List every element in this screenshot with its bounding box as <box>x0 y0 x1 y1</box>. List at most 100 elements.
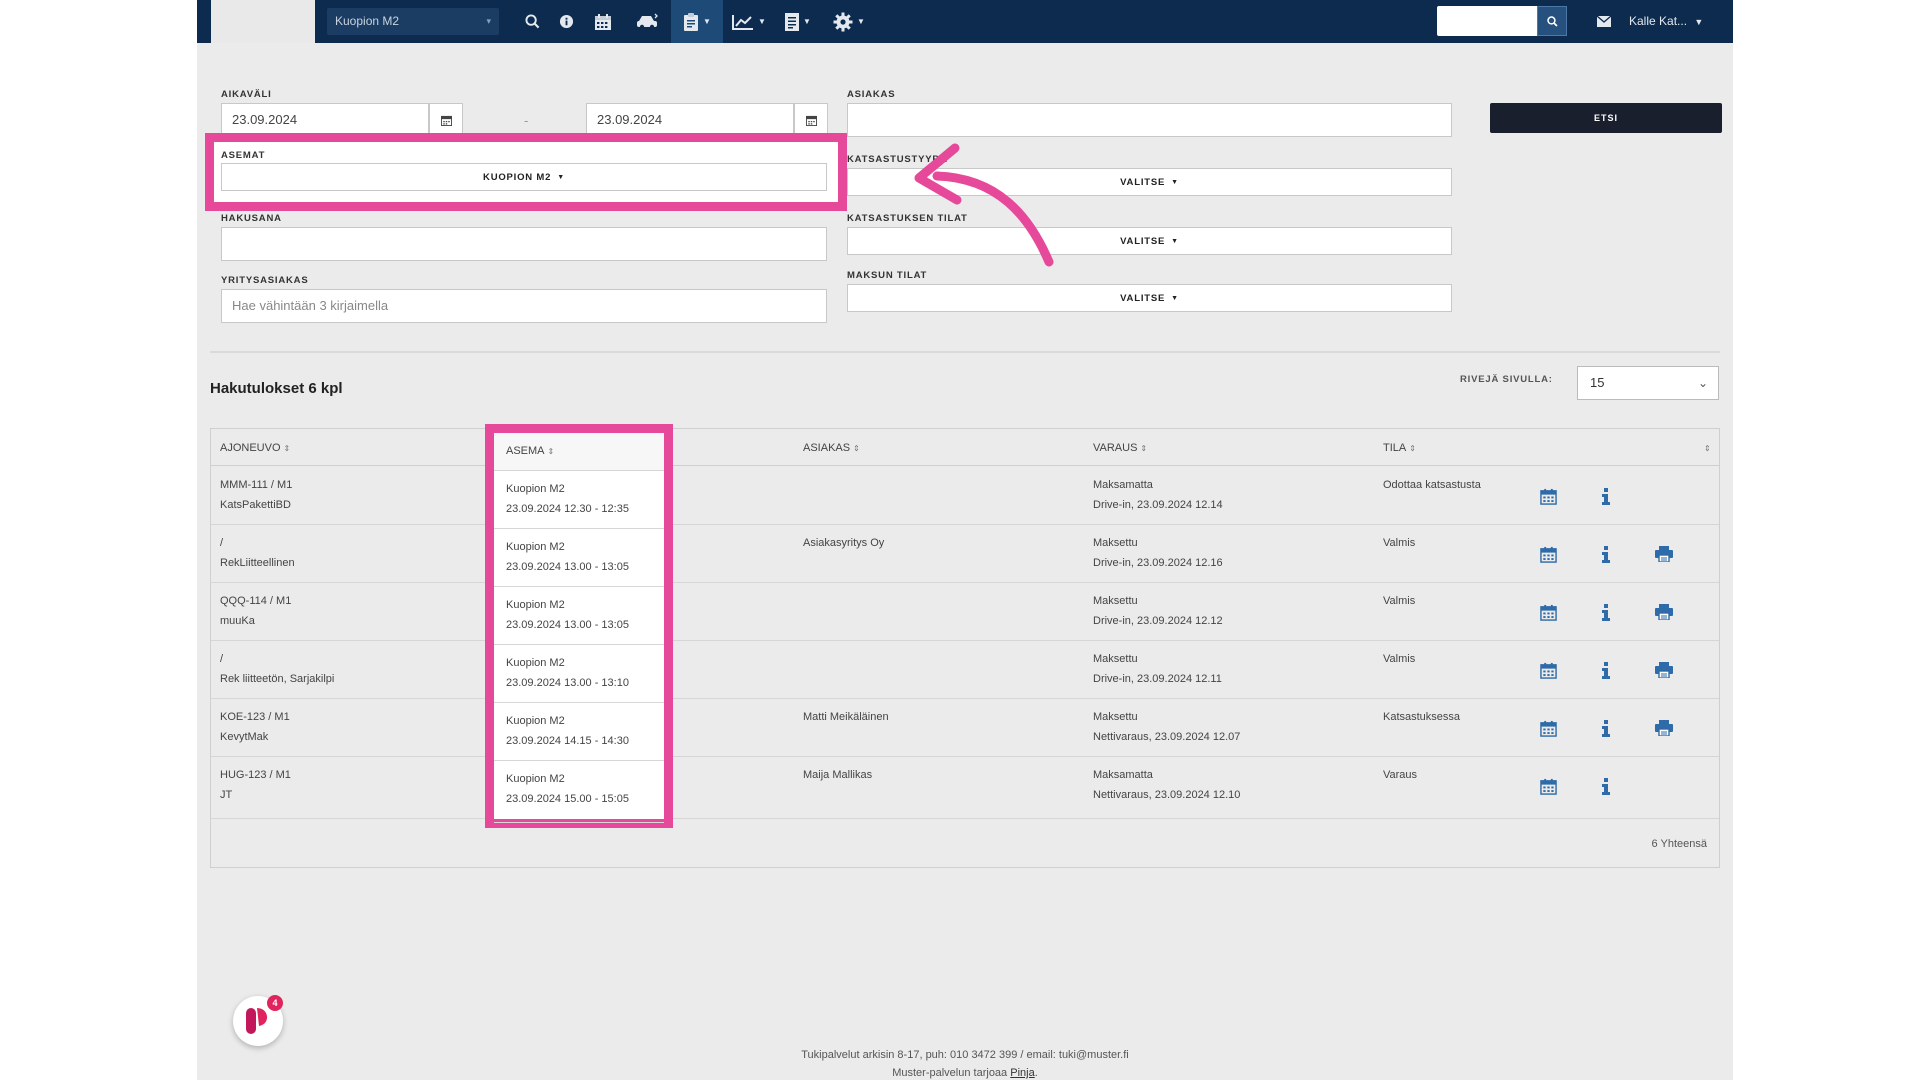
table-row[interactable]: / Rek liitteetön, Sarjakilpi Maksettu Drive… <box>211 641 1719 699</box>
schedule-button[interactable] <box>1538 718 1558 738</box>
status-cell: Varaus <box>1383 769 1418 781</box>
station-select[interactable]: Kuopion M2 ▾ <box>327 8 499 35</box>
vehicle-cell: QQQ-114 / M1 muuKa <box>220 591 291 631</box>
column-header-label: ASIAKAS <box>803 442 851 454</box>
station-time: 23.09.2024 13.00 - 13:05 <box>506 619 629 631</box>
details-button[interactable] <box>1596 660 1616 680</box>
table-row[interactable]: MMM-111 / M1 KatsPakettiBD Maksamatta Drive… <box>211 467 1719 525</box>
asemat-label: ASEMAT <box>221 150 266 161</box>
details-button[interactable] <box>1596 776 1616 796</box>
date-from-picker-button[interactable] <box>429 103 463 137</box>
vehicle-name: muuKa <box>220 615 255 627</box>
user-menu[interactable]: Kalle Kat... ▼ <box>1629 0 1703 43</box>
global-search-button[interactable] <box>1537 6 1567 36</box>
logo[interactable] <box>211 0 315 43</box>
print-button[interactable] <box>1654 602 1674 622</box>
nav-settings-button[interactable]: ▼ <box>825 0 873 43</box>
details-button[interactable] <box>1596 602 1616 622</box>
calendar-icon <box>1539 720 1557 737</box>
print-icon <box>1655 604 1673 620</box>
info-icon <box>1602 545 1610 563</box>
print-button[interactable] <box>1654 544 1674 564</box>
station-time: 23.09.2024 12.30 - 12:35 <box>506 503 629 515</box>
column-header-tila[interactable]: TILA ⇕ <box>1383 442 1416 454</box>
schedule-button[interactable] <box>1538 602 1558 622</box>
nav-search-button[interactable] <box>515 0 549 43</box>
schedule-button[interactable] <box>1538 486 1558 506</box>
column-header-asiakas[interactable]: ASIAKAS ⇕ <box>803 442 860 454</box>
chevron-down-icon: ▼ <box>803 17 811 26</box>
user-name: Kalle Kat... <box>1629 14 1688 28</box>
customer-cell: Asiakasyritys Oy <box>803 537 885 549</box>
aikavali-label: AIKAVÄLI <box>221 89 272 100</box>
nav-inspections-button[interactable]: ▼ <box>671 0 723 43</box>
katsastustyypit-label: KATSASTUSTYYPIT <box>847 154 950 165</box>
column-options-sort[interactable]: ⇕ <box>1701 442 1711 454</box>
payment-status: Maksettu <box>1093 653 1138 665</box>
sort-icon: ⇕ <box>1704 444 1711 453</box>
column-header-label: ASEMA <box>506 445 545 457</box>
schedule-button[interactable] <box>1538 660 1558 680</box>
asiakas-input[interactable] <box>847 103 1452 137</box>
asema-column-highlight: ASEMA ⇕ Kuopion M2 23.09.2024 12.30 - 12:3… <box>485 424 673 828</box>
katsastuksen-tilat-dropdown[interactable]: VALITSE ▼ <box>847 227 1452 255</box>
vehicle-cell: / Rek liitteetön, Sarjakilpi <box>220 649 334 689</box>
print-icon <box>1655 720 1673 736</box>
yritysasiakas-input[interactable]: Hae vähintään 3 kirjaimella <box>221 289 827 323</box>
table-row[interactable]: / RekLiitteellinen Asiakasyritys Oy Maksett… <box>211 525 1719 583</box>
print-button[interactable] <box>1654 660 1674 680</box>
asema-cell: Kuopion M2 23.09.2024 12.30 - 12:35 <box>494 471 664 529</box>
messages-button[interactable] <box>1589 0 1619 43</box>
top-navbar: Kuopion M2 ▾ ▼ ▼ ▼ ▼ Kalle Kat... ▼ <box>197 0 1733 43</box>
details-button[interactable] <box>1596 486 1616 506</box>
nav-calendar-button[interactable] <box>583 0 623 43</box>
date-from-input[interactable]: 23.09.2024 <box>221 103 429 137</box>
column-header-ajoneuvo[interactable]: AJONEUVO ⇕ <box>220 442 290 454</box>
station-name: Kuopion M2 <box>506 541 565 553</box>
print-button[interactable] <box>1654 718 1674 738</box>
table-row[interactable]: QQQ-114 / M1 muuKa Maksettu Drive-in, 23.09… <box>211 583 1719 641</box>
asemat-highlight: ASEMAT KUOPION M2 ▼ <box>205 133 847 211</box>
payment-status: Maksamatta <box>1093 479 1153 491</box>
status-cell: Valmis <box>1383 537 1416 549</box>
column-header-label: AJONEUVO <box>220 442 281 454</box>
nav-documents-button[interactable]: ▼ <box>777 0 819 43</box>
nav-vehicle-button[interactable] <box>625 0 669 43</box>
booking-info: Nettivaraus, 23.09.2024 12.07 <box>1093 731 1241 743</box>
station-time-cell: Kuopion M2 23.09.2024 15.00 - 15:05 <box>506 769 629 809</box>
car-icon <box>637 13 658 29</box>
date-to-picker-button[interactable] <box>794 103 828 137</box>
payment-status: Maksettu <box>1093 711 1138 723</box>
print-icon <box>1655 546 1673 562</box>
chevron-down-icon: ▾ <box>486 16 491 26</box>
table-row[interactable]: HUG-123 / M1 JT Maija Mallikas Maksamatta Ne… <box>211 757 1719 819</box>
vehicle-plate: / <box>220 537 224 549</box>
caret-down-icon: ▼ <box>1171 294 1179 302</box>
details-button[interactable] <box>1596 718 1616 738</box>
schedule-button[interactable] <box>1538 544 1558 564</box>
global-search-input[interactable] <box>1437 6 1537 36</box>
vehicle-cell: HUG-123 / M1 JT <box>220 765 291 805</box>
nav-reports-button[interactable]: ▼ <box>725 0 773 43</box>
hakusana-input[interactable] <box>221 227 827 261</box>
maksun-tilat-dropdown[interactable]: VALITSE ▼ <box>847 284 1452 312</box>
column-header-asema[interactable]: ASEMA ⇕ <box>494 433 664 471</box>
nav-info-button[interactable] <box>549 0 583 43</box>
asemat-value: KUOPION M2 <box>483 171 552 183</box>
search-button[interactable]: ETSI <box>1490 103 1722 133</box>
asemat-dropdown[interactable]: KUOPION M2 ▼ <box>221 163 827 191</box>
booking-info: Drive-in, 23.09.2024 12.12 <box>1093 615 1223 627</box>
station-name: Kuopion M2 <box>506 599 565 611</box>
date-to-input[interactable]: 23.09.2024 <box>586 103 794 137</box>
provider-link[interactable]: Pinja <box>1010 1067 1034 1079</box>
station-time: 23.09.2024 14.15 - 14:30 <box>506 735 629 747</box>
calendar-icon <box>1539 778 1557 795</box>
table-row[interactable]: KOE-123 / M1 KevytMak Matti Meikäläinen Mak… <box>211 699 1719 757</box>
rows-per-page-select[interactable]: 15 ⌄ <box>1577 366 1719 400</box>
column-header-varaus[interactable]: VARAUS ⇕ <box>1093 442 1147 454</box>
schedule-button[interactable] <box>1538 776 1558 796</box>
details-button[interactable] <box>1596 544 1616 564</box>
katsastuksen-tilat-value: VALITSE <box>1120 235 1166 247</box>
katsastustyypit-dropdown[interactable]: VALITSE ▼ <box>847 168 1452 196</box>
asema-cell: Kuopion M2 23.09.2024 14.15 - 14:30 <box>494 703 664 761</box>
